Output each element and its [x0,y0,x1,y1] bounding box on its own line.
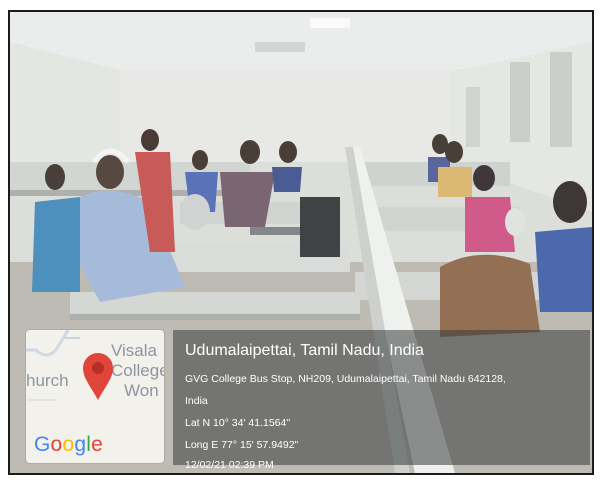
latitude-readout: Lat N 10° 34' 41.1564" [185,417,291,429]
map-thumbnail: Visala College Won hurch Google [26,330,164,463]
google-logo-letter: o [50,433,63,456]
google-logo-letter: G [34,433,51,456]
timestamp: 12/02/21 02:39 PM [185,459,274,471]
google-logo-letter: e [91,433,103,456]
geotagged-photo-frame: Visala College Won hurch Google Udumalai… [8,10,594,475]
map-label-visala: Visala [111,341,157,360]
address-line-2: India [185,395,208,407]
google-logo-letter: g [74,433,87,456]
google-logo: Google [34,433,103,457]
map-label-won: Won [124,381,159,400]
location-info-overlay: Udumalaipettai, Tamil Nadu, India GVG Co… [173,330,590,471]
google-logo-letter: o [62,433,75,456]
longitude-readout: Long E 77° 15' 57.9492" [185,439,299,451]
map-label-college: College [111,361,164,380]
map-label-church: hurch [26,371,69,390]
address-line-1: GVG College Bus Stop, NH209, Udumalaipet… [185,373,506,385]
map-pin-icon [83,353,113,400]
place-name: Udumalaipettai, Tamil Nadu, India [185,342,424,359]
